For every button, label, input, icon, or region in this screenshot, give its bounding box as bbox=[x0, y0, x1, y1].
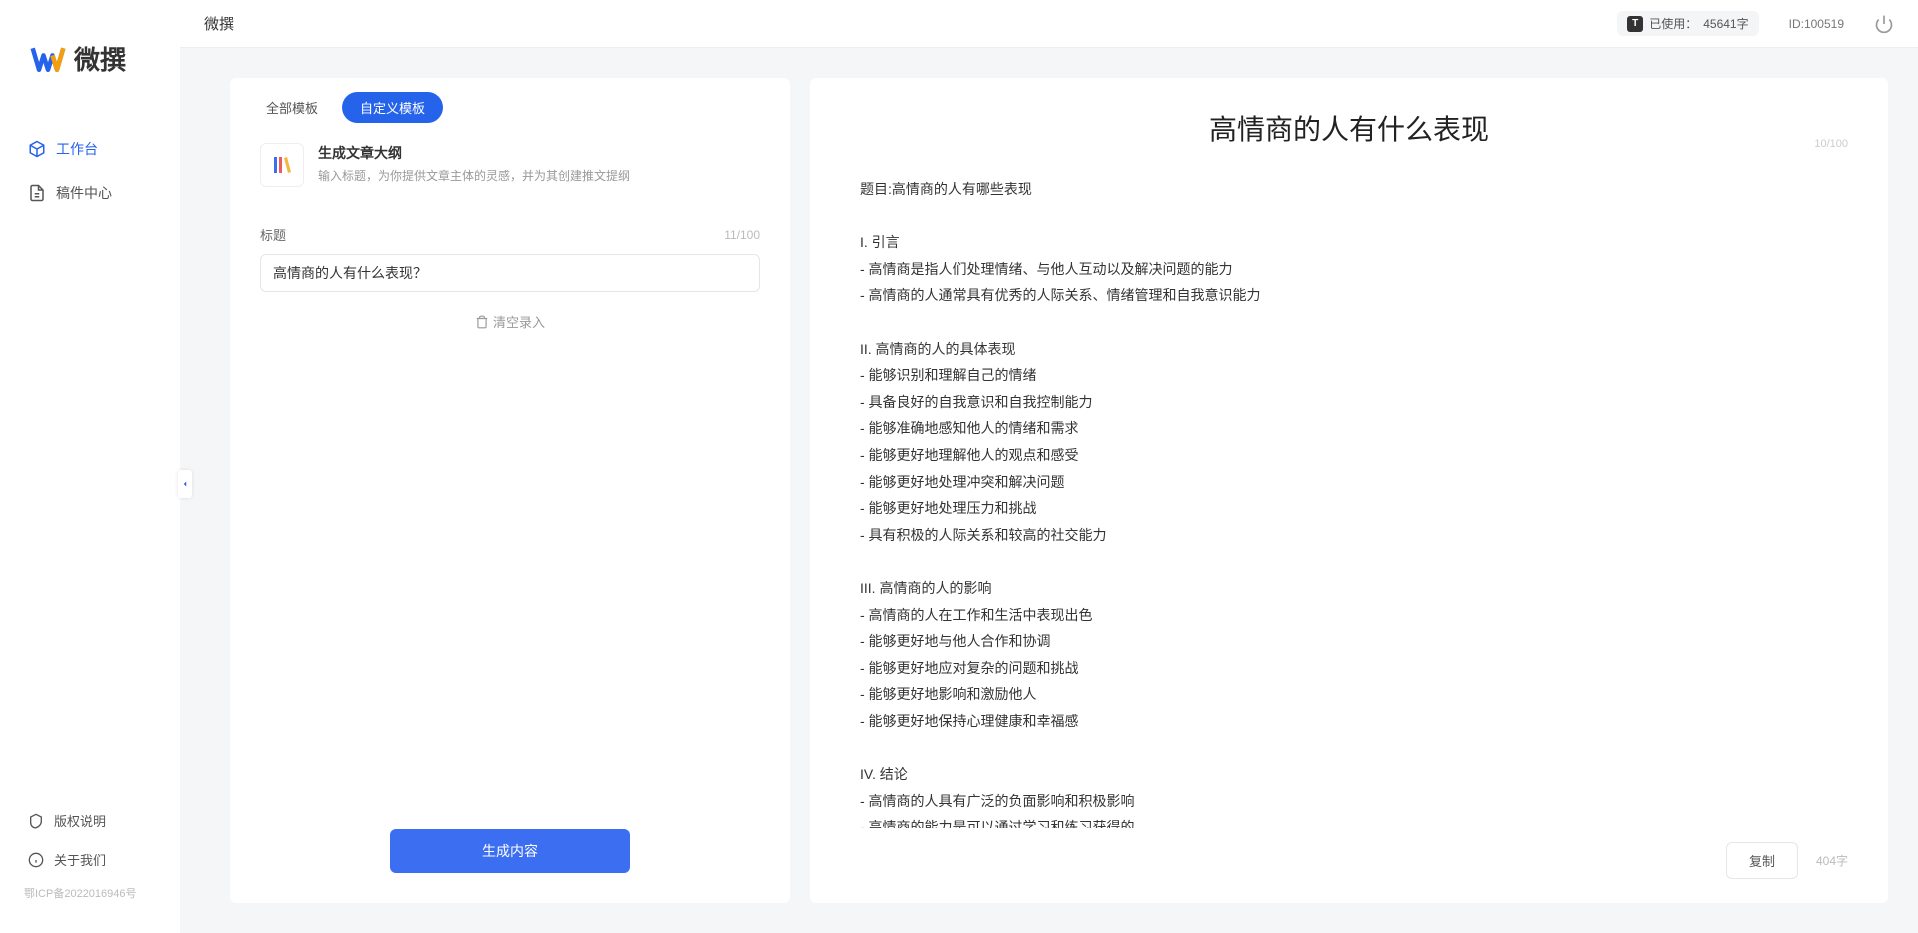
nav-item-drafts[interactable]: 稿件中心 bbox=[0, 171, 180, 215]
nav-label: 稿件中心 bbox=[56, 183, 112, 203]
doc-header: 高情商的人有什么表现 10/100 bbox=[810, 78, 1888, 156]
content-area: 全部模板 自定义模板 生成文章大纲 输入标题，为你提供文章主体的灵感，并为其创建… bbox=[180, 48, 1918, 933]
link-copyright[interactable]: 版权说明 bbox=[0, 801, 180, 840]
generate-footer: 生成内容 bbox=[230, 809, 790, 903]
tab-all-templates[interactable]: 全部模板 bbox=[248, 92, 336, 123]
shield-icon bbox=[28, 813, 44, 829]
doc-text: 题目:高情商的人有哪些表现 I. 引言 - 高情商是指人们处理情绪、与他人互动以… bbox=[860, 176, 1838, 828]
main: 微撰 T 已使用： 45641字 ID:100519 全部模板 自定义模板 生成… bbox=[180, 0, 1918, 933]
user-id: ID:100519 bbox=[1789, 17, 1844, 31]
usage-badge[interactable]: T 已使用： 45641字 bbox=[1617, 11, 1758, 36]
doc-title-count: 10/100 bbox=[1814, 138, 1848, 150]
template-info: 生成文章大纲 输入标题，为你提供文章主体的灵感，并为其创建推文提纲 bbox=[318, 143, 630, 184]
form-section: 标题 11/100 清空录入 bbox=[230, 205, 790, 354]
file-icon bbox=[28, 184, 46, 202]
brand-logo: 微撰 bbox=[0, 0, 180, 107]
topbar: 微撰 T 已使用： 45641字 ID:100519 bbox=[180, 0, 1918, 48]
link-label: 版权说明 bbox=[54, 811, 106, 830]
template-tabs: 全部模板 自定义模板 bbox=[230, 78, 790, 137]
generate-button[interactable]: 生成内容 bbox=[390, 829, 630, 873]
template-icon bbox=[260, 143, 304, 187]
clear-input-button[interactable]: 清空录入 bbox=[475, 312, 545, 331]
info-icon bbox=[28, 852, 44, 868]
tab-custom-templates[interactable]: 自定义模板 bbox=[342, 92, 443, 123]
title-input[interactable] bbox=[260, 254, 760, 292]
word-count: 404字 bbox=[1816, 852, 1848, 869]
template-card: 生成文章大纲 输入标题，为你提供文章主体的灵感，并为其创建推文提纲 bbox=[230, 137, 790, 205]
page-title: 微撰 bbox=[204, 13, 1617, 34]
cube-icon bbox=[28, 140, 46, 158]
nav-label: 工作台 bbox=[56, 139, 98, 159]
brand-name: 微撰 bbox=[74, 40, 126, 77]
sidebar-collapse-handle[interactable] bbox=[178, 470, 192, 498]
books-icon bbox=[270, 153, 294, 177]
power-icon[interactable] bbox=[1874, 14, 1894, 34]
doc-body[interactable]: 题目:高情商的人有哪些表现 I. 引言 - 高情商是指人们处理情绪、与他人互动以… bbox=[810, 156, 1888, 828]
clear-label: 清空录入 bbox=[493, 312, 545, 331]
doc-footer: 复制 404字 bbox=[810, 828, 1888, 903]
template-desc: 输入标题，为你提供文章主体的灵感，并为其创建推文提纲 bbox=[318, 167, 630, 184]
output-panel: 高情商的人有什么表现 10/100 题目:高情商的人有哪些表现 I. 引言 - … bbox=[810, 78, 1888, 903]
template-title: 生成文章大纲 bbox=[318, 143, 630, 163]
icp-text: 鄂ICP备2022016946号 bbox=[0, 879, 180, 913]
doc-title[interactable]: 高情商的人有什么表现 bbox=[850, 108, 1848, 148]
char-count: 11/100 bbox=[724, 228, 760, 242]
usage-label: 已使用： bbox=[1649, 15, 1697, 32]
text-icon: T bbox=[1627, 16, 1643, 32]
usage-value: 45641字 bbox=[1703, 15, 1748, 32]
config-panel: 全部模板 自定义模板 生成文章大纲 输入标题，为你提供文章主体的灵感，并为其创建… bbox=[230, 78, 790, 903]
logo-icon bbox=[30, 41, 66, 77]
copy-button[interactable]: 复制 bbox=[1726, 842, 1798, 879]
link-label: 关于我们 bbox=[54, 850, 106, 869]
sidebar-bottom: 版权说明 关于我们 鄂ICP备2022016946号 bbox=[0, 801, 180, 933]
nav-list: 工作台 稿件中心 bbox=[0, 107, 180, 801]
trash-icon bbox=[475, 315, 489, 329]
nav-item-workbench[interactable]: 工作台 bbox=[0, 127, 180, 171]
sidebar: 微撰 工作台 稿件中心 版权说明 关于我们 鄂ICP备2022016946号 bbox=[0, 0, 180, 933]
field-label-title: 标题 bbox=[260, 225, 286, 244]
link-about[interactable]: 关于我们 bbox=[0, 840, 180, 879]
chevron-left-icon bbox=[180, 479, 190, 489]
